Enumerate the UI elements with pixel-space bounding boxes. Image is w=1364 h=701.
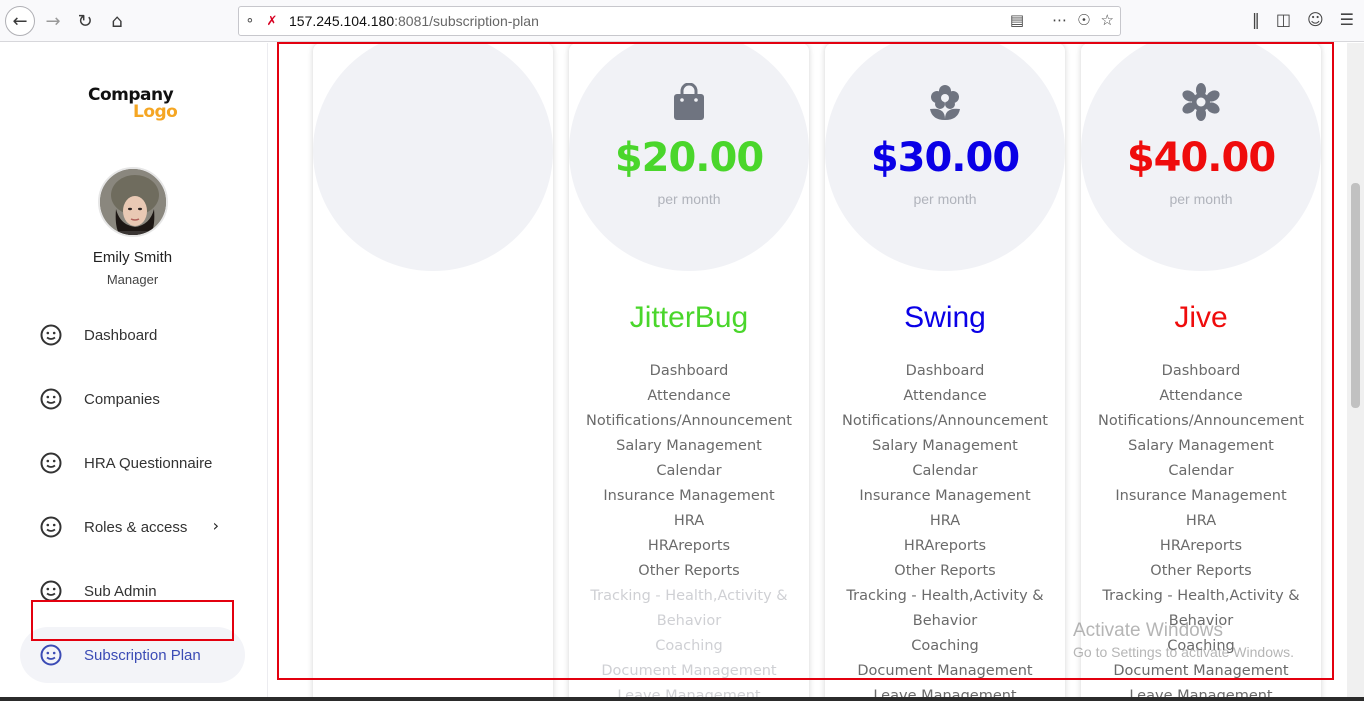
sidebar-item-label: Dashboard [84,326,158,344]
home-icon[interactable]: ⌂ [102,6,132,36]
sidebar-item-label: HRA Questionnaire [84,454,213,472]
sidebar-item-label: Companies [84,390,160,408]
more-icon[interactable]: ⋯ [1052,11,1067,29]
logo-line2: Logo [133,102,178,122]
user-name: Emily Smith [92,249,173,266]
insecure-lock-icon[interactable]: ✗ [261,14,283,29]
company-logo[interactable]: Company Logo [88,87,178,122]
shield-icon[interactable]: ⚬ [239,14,261,29]
smiley-icon [20,324,84,346]
url-path: :8081/subscription-plan [394,13,539,29]
reader-view-icon[interactable]: ▤ [1010,11,1024,29]
browser-toolbar: ← → ↻ ⌂ ⚬ ✗ 157.245.104.180:8081/subscri… [0,0,1364,42]
chevron-right-icon[interactable]: › [213,516,219,535]
url-host: 157.245.104.180 [289,13,395,29]
sidebar-item-dashboard[interactable]: Dashboard [20,307,245,363]
smiley-icon [20,452,84,474]
highlight-box-sidebar [31,600,234,641]
smiley-icon [20,644,84,666]
back-arrow-icon[interactable]: ← [5,6,35,36]
windows-activation-watermark: Activate Windows Go to Settings to activ… [1073,620,1294,660]
sidebar-item-label: Sub Admin [84,582,157,600]
sidebar-item-companies[interactable]: Companies [20,371,245,427]
watermark-subtitle: Go to Settings to activate Windows. [1073,644,1294,660]
library-icon[interactable]: ‖ [1252,10,1260,29]
address-bar[interactable]: ⚬ ✗ 157.245.104.180:8081/subscription-pl… [238,6,1121,36]
scrollbar-thumb[interactable] [1351,183,1360,408]
reload-icon[interactable]: ↻ [70,6,100,36]
account-icon[interactable]: ☺ [1307,10,1324,29]
watermark-title: Activate Windows [1073,620,1223,641]
highlight-box-plans [277,42,1334,680]
sidebar-item-roles-access[interactable]: Roles & access › [20,499,245,555]
smiley-icon [20,388,84,410]
taskbar-edge [0,697,1364,701]
forward-arrow-icon[interactable]: → [38,6,68,36]
page-scrollbar[interactable] [1347,43,1364,701]
sidebar-icon[interactable]: ◫ [1276,10,1291,29]
smiley-icon [20,580,84,602]
bookmark-star-icon[interactable]: ☆ [1101,11,1114,29]
user-role: Manager [106,272,159,287]
smiley-icon [20,516,84,538]
menu-icon[interactable]: ☰ [1340,10,1354,29]
sidebar-item-label: Subscription Plan [84,646,201,664]
avatar[interactable] [98,167,168,237]
sidebar-item-hra-questionnaire[interactable]: HRA Questionnaire [20,435,245,491]
pocket-icon[interactable]: ☉ [1077,11,1090,29]
sidebar-item-label: Roles & access [84,518,188,536]
